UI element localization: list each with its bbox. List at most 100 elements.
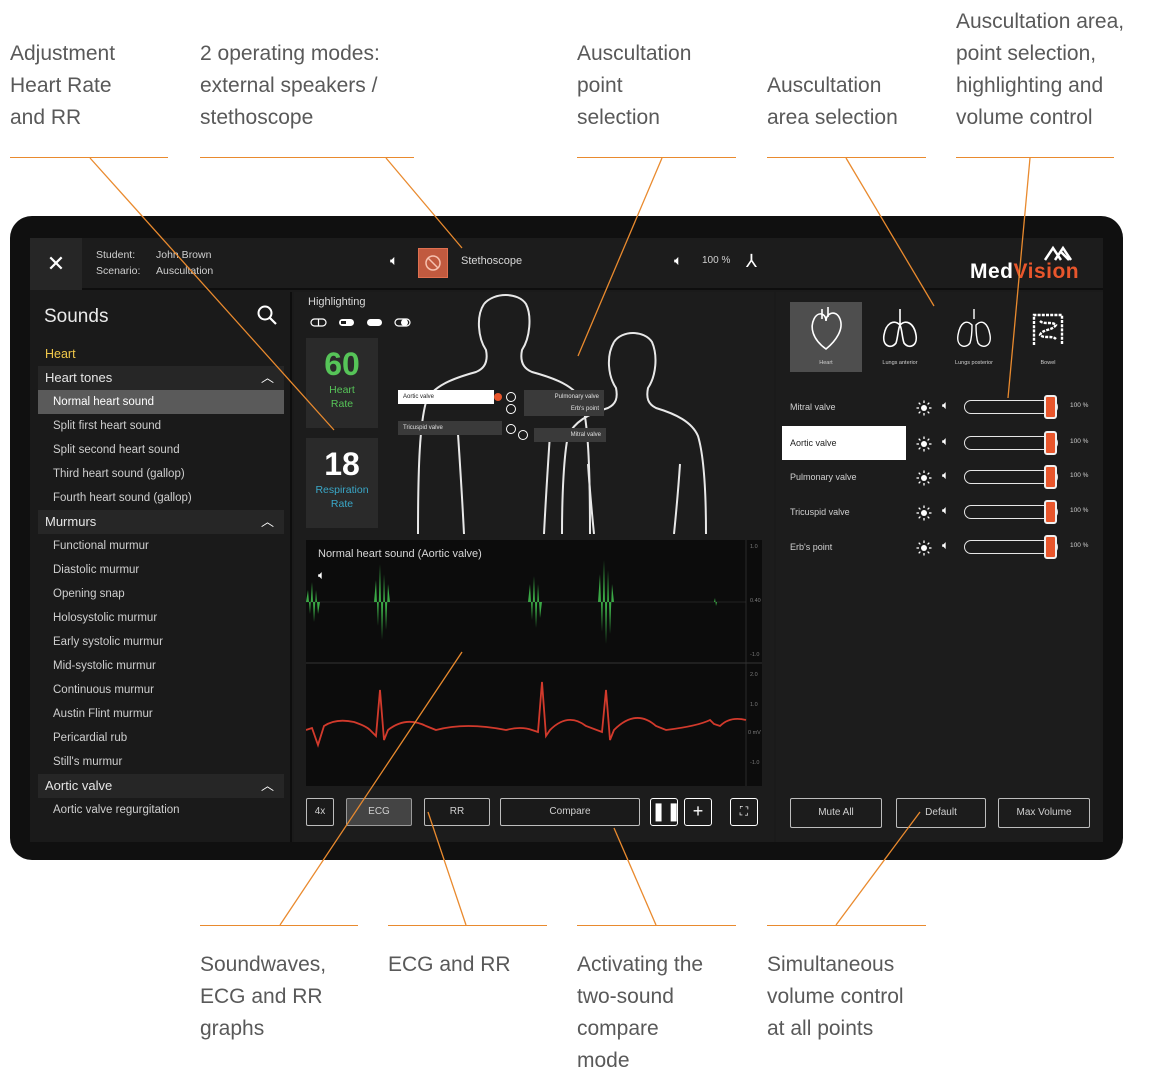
point-ring-erbs[interactable] <box>506 404 516 414</box>
area-label: Bowel <box>1040 360 1056 366</box>
volume-percent: 100 % <box>1070 472 1089 479</box>
volume-icon[interactable]: 🔈︎ <box>674 252 682 269</box>
list-group-murmurs[interactable]: Murmurs ︿ <box>38 510 284 534</box>
highlight-half-icon[interactable] <box>338 318 355 327</box>
logo-text-med: Med <box>970 260 1014 283</box>
point-name[interactable]: Mitral valve <box>782 392 906 422</box>
chevron-up-icon[interactable]: ︿ <box>261 366 274 390</box>
highlight-sun-icon[interactable] <box>916 505 932 521</box>
highlight-sun-icon[interactable] <box>916 470 932 486</box>
list-item[interactable]: Third heart sound (gallop) <box>38 462 284 486</box>
volume-slider[interactable] <box>964 395 1058 419</box>
chevron-up-icon[interactable]: ︿ <box>261 774 274 798</box>
volume-slider-thumb[interactable] <box>1044 535 1057 559</box>
bowel-icon <box>1032 313 1064 345</box>
point-ring-tricuspid[interactable] <box>506 424 516 434</box>
compare-button[interactable]: Compare <box>500 798 640 826</box>
center-panel: Highlighting 60 Heart Rate 18 Respiratio… <box>294 292 774 842</box>
search-icon[interactable] <box>254 302 280 328</box>
speaker-icon[interactable]: 🔈︎ <box>942 468 949 483</box>
max-volume-button[interactable]: Max Volume <box>998 798 1090 828</box>
speaker-icon[interactable]: 🔈︎ <box>390 252 398 269</box>
area-lungs-anterior[interactable]: Lungs anterior <box>864 302 936 372</box>
sound-list: Heart Heart tones ︿ Normal heart sound Sp… <box>38 342 284 822</box>
axis-tick-label: 1.0 <box>750 544 758 550</box>
callout-line: ECG and RR <box>388 953 511 976</box>
callout-line: Adjustment <box>10 42 116 65</box>
point-name[interactable]: Tricuspid valve <box>782 497 906 527</box>
point-tag-aortic[interactable]: Aortic valve <box>398 390 494 404</box>
highlight-outline-icon[interactable] <box>310 318 327 327</box>
point-name[interactable]: Aortic valve <box>782 426 906 460</box>
volume-slider[interactable] <box>964 465 1058 489</box>
highlight-sun-icon[interactable] <box>916 436 932 452</box>
list-group-heart-tones[interactable]: Heart tones ︿ <box>38 366 284 390</box>
speaker-icon[interactable]: 🔈︎ <box>942 434 949 449</box>
axis-tick-label: 0.40 <box>750 598 761 604</box>
list-item[interactable]: Continuous murmur <box>38 678 284 702</box>
volume-slider-thumb[interactable] <box>1044 431 1057 455</box>
point-ring-mitral[interactable] <box>518 430 528 440</box>
network-icon[interactable]: ⅄ <box>746 251 757 272</box>
volume-slider[interactable] <box>964 431 1058 455</box>
list-group-aortic-valve[interactable]: Aortic valve ︿ <box>38 774 284 798</box>
callout-compare: Activating the two-sound compare mode <box>577 949 703 1070</box>
list-item[interactable]: Split first heart sound <box>38 414 284 438</box>
area-lungs-posterior[interactable]: Lungs posterior <box>938 302 1010 372</box>
highlight-sun-icon[interactable] <box>916 400 932 416</box>
speaker-icon[interactable]: 🔈︎ <box>942 538 949 553</box>
fullscreen-button[interactable]: ⛶ <box>730 798 758 826</box>
point-tag-mitral[interactable]: Mitral valve <box>534 428 606 442</box>
list-item[interactable]: Normal heart sound <box>38 390 284 414</box>
volume-slider[interactable] <box>964 500 1058 524</box>
area-bowel[interactable]: Bowel <box>1012 302 1084 372</box>
pause-button[interactable]: ❚❚ <box>650 798 681 826</box>
default-button[interactable]: Default <box>896 798 986 828</box>
chevron-up-icon[interactable]: ︿ <box>261 510 274 534</box>
point-name[interactable]: Erb's point <box>782 532 906 562</box>
callout-underline <box>388 925 547 926</box>
list-item[interactable]: Austin Flint murmur <box>38 702 284 726</box>
volume-slider-thumb[interactable] <box>1044 500 1057 524</box>
area-heart[interactable]: Heart <box>790 302 862 372</box>
callout-line: graphs <box>200 1017 265 1040</box>
volume-slider-thumb[interactable] <box>1044 395 1057 419</box>
list-item[interactable]: Mid-systolic murmur <box>38 654 284 678</box>
point-tag-erbs[interactable]: Erb's point <box>524 402 604 416</box>
highlight-sun-icon[interactable] <box>916 540 932 556</box>
callout-underline <box>10 157 168 158</box>
speaker-icon[interactable]: 🔈︎ <box>942 503 949 518</box>
point-tag-tricuspid[interactable]: Tricuspid valve <box>398 421 502 435</box>
volume-row-pulmonary: Pulmonary valve 🔈︎ 100 % <box>782 462 1102 492</box>
graph-controls: 4x ECG RR Compare ❚❚ + ⛶ <box>306 798 762 828</box>
point-name[interactable]: Pulmonary valve <box>782 462 906 492</box>
heart-rate-tile[interactable]: 60 Heart Rate <box>306 338 378 428</box>
list-item[interactable]: Holosystolic murmur <box>38 606 284 630</box>
volume-slider-thumb[interactable] <box>1044 465 1057 489</box>
respiration-rate-tile[interactable]: 18 Respiration Rate <box>306 438 378 528</box>
point-ring-aortic[interactable] <box>506 392 516 402</box>
add-button[interactable]: + <box>684 798 712 826</box>
speed-button[interactable]: 4x <box>306 798 334 826</box>
close-button[interactable]: ✕ <box>30 238 82 290</box>
list-item[interactable]: Functional murmur <box>38 534 284 558</box>
list-item[interactable]: Aortic valve regurgitation <box>38 798 284 822</box>
graph-speaker-icon[interactable]: 🔈︎ <box>318 568 325 583</box>
list-item[interactable]: Pericardial rub <box>38 726 284 750</box>
volume-slider[interactable] <box>964 535 1058 559</box>
callout-soundwaves: Soundwaves, ECG and RR graphs <box>200 949 326 1045</box>
list-item[interactable]: Still's murmur <box>38 750 284 774</box>
speaker-mute-toggle[interactable] <box>418 248 448 278</box>
highlight-filled-icon[interactable] <box>366 318 383 327</box>
list-item[interactable]: Diastolic murmur <box>38 558 284 582</box>
ecg-button[interactable]: ECG <box>346 798 412 826</box>
mute-icon <box>425 255 441 271</box>
list-item[interactable]: Opening snap <box>38 582 284 606</box>
mute-all-button[interactable]: Mute All <box>790 798 882 828</box>
list-item[interactable]: Early systolic murmur <box>38 630 284 654</box>
callout-line: at all points <box>767 1017 874 1040</box>
list-item[interactable]: Split second heart sound <box>38 438 284 462</box>
rr-button[interactable]: RR <box>424 798 490 826</box>
speaker-icon[interactable]: 🔈︎ <box>942 398 949 413</box>
list-item[interactable]: Fourth heart sound (gallop) <box>38 486 284 510</box>
